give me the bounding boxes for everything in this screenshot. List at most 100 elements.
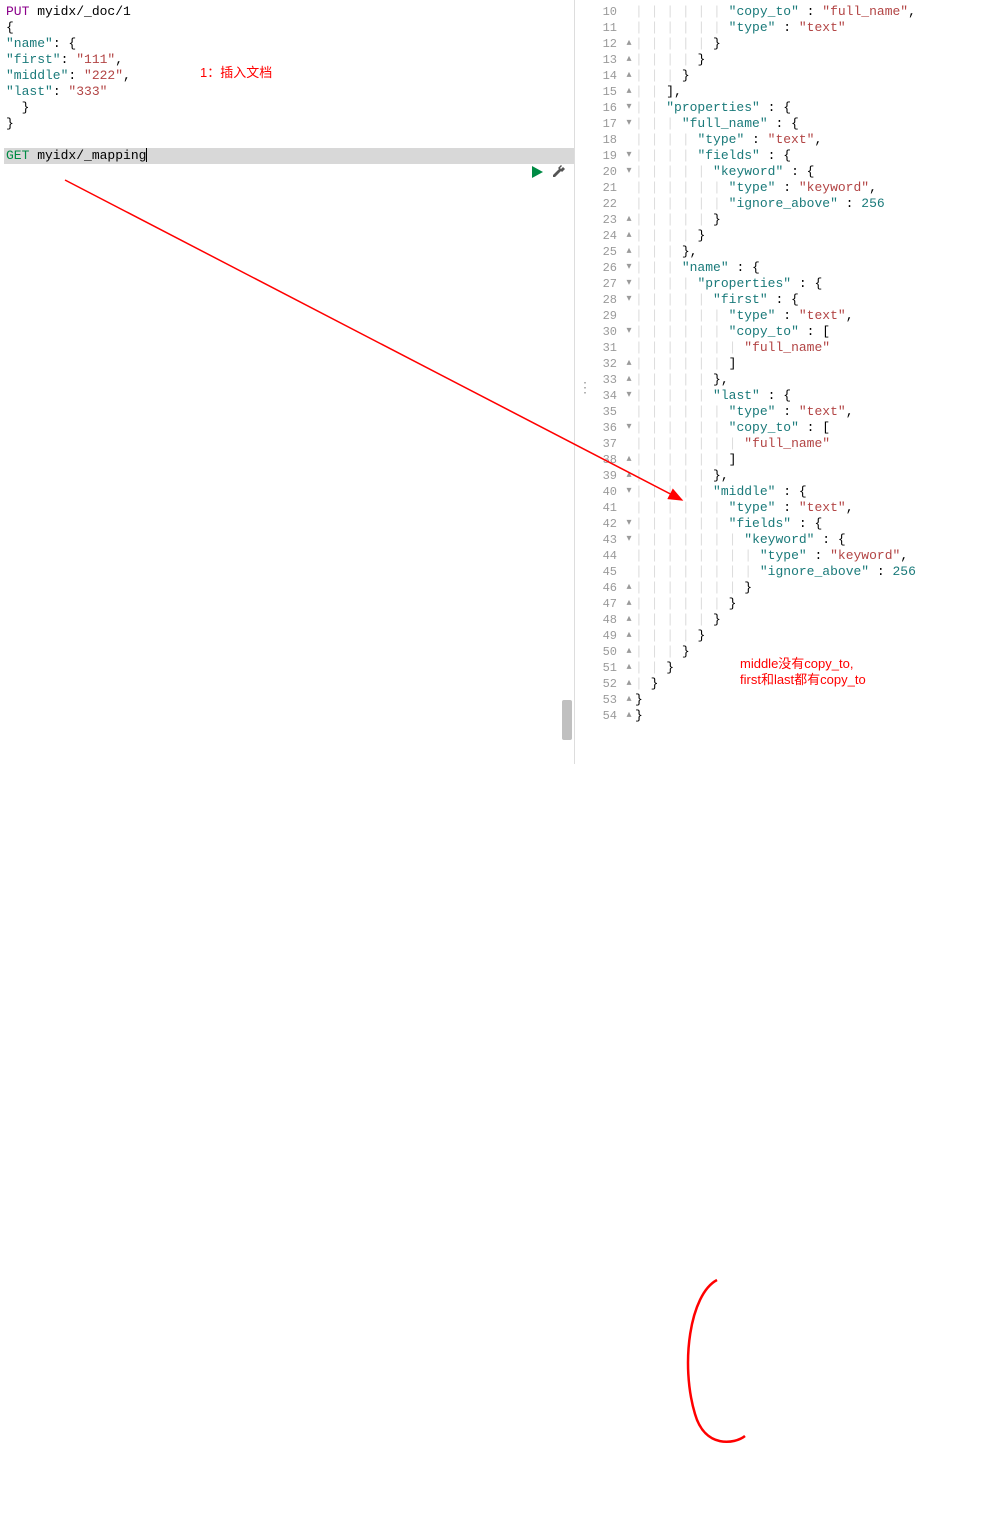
code-line[interactable]: 46▴| | | | | | | } (575, 580, 998, 596)
response-viewer-panel[interactable]: 10| | | | | | "copy_to" : "full_name",11… (575, 0, 998, 764)
fold-icon[interactable]: ▴ (623, 372, 635, 388)
fold-icon[interactable]: ▾ (623, 388, 635, 404)
code-line[interactable]: 29| | | | | | "type" : "text", (575, 308, 998, 324)
code-line[interactable]: 48▴| | | | | } (575, 612, 998, 628)
annotation-insert-doc: 1：插入文档 (200, 62, 272, 81)
code-line[interactable]: 17▾| | | "full_name" : { (575, 116, 998, 132)
code-line[interactable]: 40▾| | | | | "middle" : { (575, 484, 998, 500)
code-line[interactable]: 42▾| | | | | | "fields" : { (575, 516, 998, 532)
fold-icon[interactable]: ▴ (623, 596, 635, 612)
left-scrollbar-thumb[interactable] (562, 700, 572, 740)
code-line[interactable]: 34▾| | | | | "last" : { (575, 388, 998, 404)
fold-icon[interactable]: ▾ (623, 292, 635, 308)
code-line[interactable]: 18| | | | "type" : "text", (575, 132, 998, 148)
code-line[interactable]: 38▴| | | | | | ] (575, 452, 998, 468)
response-code-area[interactable]: 10| | | | | | "copy_to" : "full_name",11… (575, 0, 998, 728)
code-line[interactable]: 44| | | | | | | | "type" : "keyword", (575, 548, 998, 564)
fold-icon[interactable]: ▾ (623, 516, 635, 532)
request-editor-panel[interactable]: PUT myidx/_doc/1{ "name": { "first": "11… (0, 0, 575, 764)
fold-icon[interactable]: ▾ (623, 164, 635, 180)
fold-icon[interactable]: ▴ (623, 356, 635, 372)
code-line[interactable]: 12▴| | | | | } (575, 36, 998, 52)
fold-icon[interactable]: ▴ (623, 708, 635, 724)
line-number: 47 (575, 596, 623, 612)
line-number: 42 (575, 516, 623, 532)
run-request-icon[interactable] (530, 165, 544, 183)
fold-icon[interactable]: ▴ (623, 52, 635, 68)
code-line[interactable]: 26▾| | | "name" : { (575, 260, 998, 276)
fold-icon[interactable]: ▾ (623, 116, 635, 132)
code-line[interactable]: "middle": "222", (4, 68, 574, 84)
fold-icon[interactable]: ▴ (623, 692, 635, 708)
fold-icon[interactable]: ▴ (623, 660, 635, 676)
fold-icon[interactable]: ▴ (623, 36, 635, 52)
fold-icon[interactable]: ▾ (623, 100, 635, 116)
code-line[interactable]: 36▾| | | | | | "copy_to" : [ (575, 420, 998, 436)
code-line[interactable]: 25▴| | | }, (575, 244, 998, 260)
fold-icon[interactable]: ▴ (623, 468, 635, 484)
line-number: 25 (575, 244, 623, 260)
line-number: 38 (575, 452, 623, 468)
code-line[interactable]: 49▴| | | | } (575, 628, 998, 644)
code-line[interactable]: 37| | | | | | | "full_name" (575, 436, 998, 452)
code-line[interactable]: { (4, 20, 574, 36)
code-line[interactable]: 20▾| | | | | "keyword" : { (575, 164, 998, 180)
code-line[interactable]: 32▴| | | | | | ] (575, 356, 998, 372)
code-line[interactable]: 24▴| | | | } (575, 228, 998, 244)
code-line[interactable]: 33▴| | | | | }, (575, 372, 998, 388)
code-line[interactable]: 21| | | | | | "type" : "keyword", (575, 180, 998, 196)
fold-icon[interactable]: ▴ (623, 628, 635, 644)
fold-icon[interactable]: ▴ (623, 68, 635, 84)
code-line[interactable]: 53▴} (575, 692, 998, 708)
code-line[interactable]: 27▾| | | | "properties" : { (575, 276, 998, 292)
code-line[interactable]: 39▴| | | | | }, (575, 468, 998, 484)
line-number: 16 (575, 100, 623, 116)
code-line[interactable]: 43▾| | | | | | | "keyword" : { (575, 532, 998, 548)
code-line[interactable]: 15▴| | ], (575, 84, 998, 100)
code-line[interactable]: } (4, 116, 574, 132)
fold-icon[interactable]: ▴ (623, 644, 635, 660)
code-line[interactable]: 23▴| | | | | } (575, 212, 998, 228)
code-line[interactable]: } (4, 100, 574, 116)
code-line[interactable]: PUT myidx/_doc/1 (4, 4, 574, 20)
fold-icon[interactable]: ▾ (623, 484, 635, 500)
fold-icon[interactable]: ▾ (623, 148, 635, 164)
fold-icon[interactable]: ▾ (623, 324, 635, 340)
code-line[interactable]: 54▴} (575, 708, 998, 724)
fold-icon[interactable]: ▴ (623, 580, 635, 596)
code-line[interactable]: 28▾| | | | | "first" : { (575, 292, 998, 308)
code-line[interactable]: "last": "333" (4, 84, 574, 100)
code-line[interactable]: 10| | | | | | "copy_to" : "full_name", (575, 4, 998, 20)
line-number: 53 (575, 692, 623, 708)
code-line[interactable]: 11| | | | | | "type" : "text" (575, 20, 998, 36)
code-line[interactable]: 22| | | | | | "ignore_above" : 256 (575, 196, 998, 212)
code-line[interactable]: "name": { (4, 36, 574, 52)
code-line[interactable]: 19▾| | | | "fields" : { (575, 148, 998, 164)
fold-icon[interactable]: ▴ (623, 84, 635, 100)
left-scrollbar[interactable] (562, 0, 572, 764)
code-line[interactable]: 45| | | | | | | | "ignore_above" : 256 (575, 564, 998, 580)
code-line[interactable]: 13▴| | | | } (575, 52, 998, 68)
code-line[interactable]: 30▾| | | | | | "copy_to" : [ (575, 324, 998, 340)
fold-icon[interactable]: ▴ (623, 228, 635, 244)
code-line[interactable] (4, 132, 574, 148)
code-line[interactable]: 31| | | | | | | "full_name" (575, 340, 998, 356)
code-line[interactable]: 41| | | | | | "type" : "text", (575, 500, 998, 516)
fold-icon[interactable]: ▾ (623, 260, 635, 276)
code-line[interactable]: 35| | | | | | "type" : "text", (575, 404, 998, 420)
code-line[interactable]: "first": "111", (4, 52, 574, 68)
panel-resize-handle[interactable]: ⋮ (578, 380, 592, 397)
fold-icon[interactable]: ▴ (623, 676, 635, 692)
fold-icon[interactable]: ▴ (623, 212, 635, 228)
code-line[interactable]: GET myidx/_mapping (4, 148, 574, 164)
fold-icon[interactable]: ▾ (623, 532, 635, 548)
code-line[interactable]: 14▴| | | } (575, 68, 998, 84)
request-code-area[interactable]: PUT myidx/_doc/1{ "name": { "first": "11… (0, 0, 574, 168)
fold-icon[interactable]: ▴ (623, 612, 635, 628)
fold-icon[interactable]: ▴ (623, 452, 635, 468)
code-line[interactable]: 47▴| | | | | | } (575, 596, 998, 612)
code-line[interactable]: 16▾| | "properties" : { (575, 100, 998, 116)
fold-icon[interactable]: ▴ (623, 244, 635, 260)
fold-icon[interactable]: ▾ (623, 420, 635, 436)
fold-icon[interactable]: ▾ (623, 276, 635, 292)
